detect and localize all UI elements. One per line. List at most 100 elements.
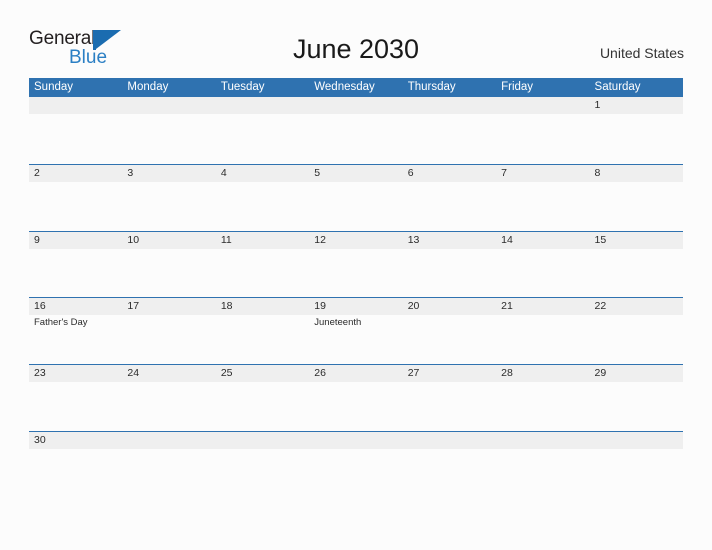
day-events-28 xyxy=(496,382,589,431)
day-number-29[interactable]: 29 xyxy=(590,365,683,382)
day-number-15[interactable]: 15 xyxy=(590,232,683,249)
day-number-23[interactable]: 23 xyxy=(29,365,122,382)
day-number-21[interactable]: 21 xyxy=(496,298,589,315)
day-number-14[interactable]: 14 xyxy=(496,232,589,249)
calendar-week-row: 30 xyxy=(29,430,683,498)
day-events-10 xyxy=(122,249,215,298)
day-number-19[interactable]: 19 xyxy=(309,298,402,315)
day-event-band xyxy=(29,449,683,498)
day-events-29 xyxy=(590,382,683,431)
day-events-11 xyxy=(216,249,309,298)
day-number-7[interactable]: 7 xyxy=(496,165,589,182)
day-number-empty xyxy=(216,432,309,449)
day-number-4[interactable]: 4 xyxy=(216,165,309,182)
day-events-empty xyxy=(309,449,402,498)
day-events-6 xyxy=(403,182,496,231)
day-number-band: 23 24 25 26 27 28 29 xyxy=(29,365,683,383)
weekday-header-tuesday: Tuesday xyxy=(220,81,265,93)
day-number-empty xyxy=(122,432,215,449)
day-events-13 xyxy=(403,249,496,298)
day-number-empty xyxy=(122,97,215,114)
day-events-empty xyxy=(122,449,215,498)
day-events-1 xyxy=(590,114,683,163)
day-number-28[interactable]: 28 xyxy=(496,365,589,382)
day-events-7 xyxy=(496,182,589,231)
day-number-band: 30 xyxy=(29,431,683,449)
weekday-header-sunday: Sunday xyxy=(34,81,74,93)
day-events-25 xyxy=(216,382,309,431)
day-events-12 xyxy=(309,249,402,298)
day-number-empty xyxy=(309,97,402,114)
day-events-23 xyxy=(29,382,122,431)
day-events-17 xyxy=(122,315,215,364)
calendar-week-row: 23 24 25 26 27 28 29 xyxy=(29,364,683,431)
day-number-band: 1 xyxy=(29,97,683,114)
weekday-header-monday: Monday xyxy=(127,81,169,93)
day-events-4 xyxy=(216,182,309,231)
day-number-12[interactable]: 12 xyxy=(309,232,402,249)
day-events-21 xyxy=(496,315,589,364)
page-header: General Blue June 2030 United States xyxy=(0,0,712,76)
day-number-16[interactable]: 16 xyxy=(29,298,122,315)
day-number-18[interactable]: 18 xyxy=(216,298,309,315)
calendar-week-row: 1 xyxy=(29,97,683,164)
day-events-empty xyxy=(496,114,589,163)
day-number-26[interactable]: 26 xyxy=(309,365,402,382)
day-number-27[interactable]: 27 xyxy=(403,365,496,382)
day-events-empty xyxy=(403,114,496,163)
day-events-26 xyxy=(309,382,402,431)
day-number-empty xyxy=(309,432,402,449)
day-number-20[interactable]: 20 xyxy=(403,298,496,315)
day-number-3[interactable]: 3 xyxy=(122,165,215,182)
day-number-24[interactable]: 24 xyxy=(122,365,215,382)
day-number-band: 9 10 11 12 13 14 15 xyxy=(29,231,683,249)
calendar-week-row: 16 17 18 19 20 21 22 Father's Day Juneteenth xyxy=(29,297,683,364)
day-events-empty xyxy=(403,449,496,498)
day-number-empty xyxy=(403,97,496,114)
day-number-11[interactable]: 11 xyxy=(216,232,309,249)
day-number-empty xyxy=(403,432,496,449)
day-number-17[interactable]: 17 xyxy=(122,298,215,315)
weekday-header-friday: Friday xyxy=(501,81,534,93)
day-events-27 xyxy=(403,382,496,431)
day-event-band: Father's Day Juneteenth xyxy=(29,315,683,364)
day-events-3 xyxy=(122,182,215,231)
day-events-30 xyxy=(29,449,122,498)
day-events-22 xyxy=(590,315,683,364)
day-events-2 xyxy=(29,182,122,231)
calendar-week-row: 9 10 11 12 13 14 15 xyxy=(29,230,683,298)
day-events-empty xyxy=(216,449,309,498)
day-number-2[interactable]: 2 xyxy=(29,165,122,182)
day-events-9 xyxy=(29,249,122,298)
day-event-band xyxy=(29,382,683,431)
day-number-5[interactable]: 5 xyxy=(309,165,402,182)
day-events-15 xyxy=(590,249,683,298)
day-number-8[interactable]: 8 xyxy=(590,165,683,182)
day-events-18 xyxy=(216,315,309,364)
day-number-6[interactable]: 6 xyxy=(403,165,496,182)
day-number-25[interactable]: 25 xyxy=(216,365,309,382)
holiday-label: Father's Day xyxy=(34,317,88,329)
day-number-22[interactable]: 22 xyxy=(590,298,683,315)
day-events-empty xyxy=(29,114,122,163)
day-events-empty xyxy=(122,114,215,163)
day-number-1[interactable]: 1 xyxy=(590,97,683,114)
day-events-empty xyxy=(590,449,683,498)
day-events-14 xyxy=(496,249,589,298)
day-number-30[interactable]: 30 xyxy=(29,432,122,449)
day-events-8 xyxy=(590,182,683,231)
weekday-header-saturday: Saturday xyxy=(594,81,641,93)
day-event-band xyxy=(29,114,683,163)
calendar-week-row: 2345678 xyxy=(29,163,683,231)
weekday-header-row: Sunday Monday Tuesday Wednesday Thursday Frid… xyxy=(29,78,683,97)
day-number-10[interactable]: 10 xyxy=(122,232,215,249)
holiday-label: Juneteenth xyxy=(314,317,362,329)
day-number-band: 16 17 18 19 20 21 22 xyxy=(29,298,683,316)
day-number-9[interactable]: 9 xyxy=(29,232,122,249)
day-number-13[interactable]: 13 xyxy=(403,232,496,249)
day-number-band: 2345678 xyxy=(29,164,683,182)
day-event-band xyxy=(29,249,683,298)
weekday-header-wednesday: Wednesday xyxy=(314,81,375,93)
day-number-empty xyxy=(216,97,309,114)
calendar-grid: Sunday Monday Tuesday Wednesday Thursday Frid… xyxy=(29,78,683,498)
